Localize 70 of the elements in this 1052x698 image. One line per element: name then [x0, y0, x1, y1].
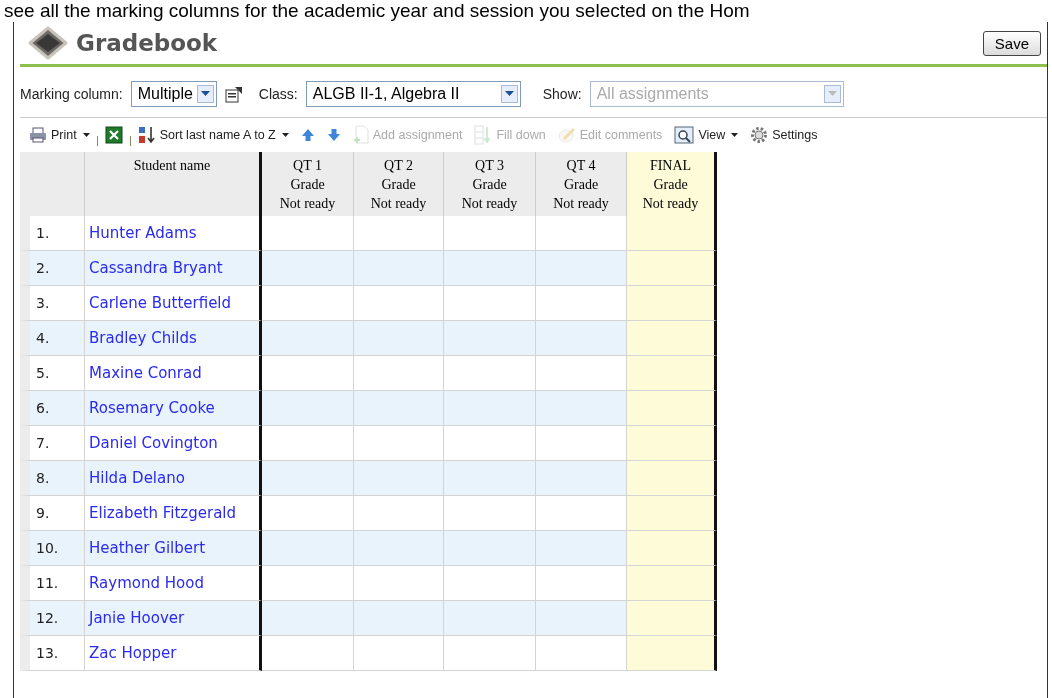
grade-cell[interactable] — [627, 216, 717, 251]
student-link[interactable]: Hunter Adams — [89, 224, 197, 242]
corner-cell — [20, 152, 85, 216]
grade-cell[interactable] — [627, 251, 717, 286]
properties-icon[interactable] — [224, 85, 243, 103]
marking-column-select[interactable]: Multiple — [130, 81, 217, 107]
pencil-icon — [557, 127, 576, 143]
sort-icon — [137, 126, 156, 144]
grade-cell[interactable] — [627, 601, 717, 636]
student-link[interactable]: Janie Hoover — [89, 609, 185, 627]
row-number: 12. — [20, 601, 85, 636]
show-label: Show: — [542, 86, 582, 102]
grade-cell[interactable] — [627, 496, 717, 531]
student-link[interactable]: Rosemary Cooke — [89, 399, 215, 417]
student-link[interactable]: Heather Gilbert — [89, 539, 205, 557]
student-link[interactable]: Cassandra Bryant — [89, 259, 223, 277]
class-select[interactable]: ALGB II-1, Algebra II — [305, 81, 521, 107]
row-number: 4. — [20, 321, 85, 356]
add-document-icon — [352, 125, 369, 145]
sort-button[interactable]: Sort last name A to Z — [132, 124, 294, 146]
column-header: QT 2 Grade Not ready — [354, 152, 444, 216]
caret-icon — [731, 133, 739, 137]
slate-icon — [28, 26, 68, 60]
save-button[interactable]: Save — [982, 30, 1041, 56]
grade-cell[interactable] — [627, 531, 717, 566]
caret-icon — [281, 133, 289, 137]
column-header: QT 3 Grade Not ready — [444, 152, 536, 216]
grade-cell[interactable] — [627, 356, 717, 391]
column-header: FINAL Grade Not ready — [627, 152, 717, 216]
row-number: 13. — [20, 636, 85, 671]
grade-cell[interactable] — [627, 461, 717, 496]
student-link[interactable]: Daniel Covington — [89, 434, 218, 452]
magnifier-icon — [674, 126, 695, 144]
caption-text: see all the marking columns for the academic year and session you selected on the Hom — [3, 0, 751, 22]
spreadsheet-icon — [104, 126, 123, 144]
student-link[interactable]: Maxine Conrad — [89, 364, 202, 382]
settings-icon — [750, 126, 769, 144]
column-header: QT 1 Grade Not ready — [262, 152, 354, 216]
grade-cell[interactable] — [627, 321, 717, 356]
student-link[interactable]: Carlene Butterfield — [89, 294, 232, 312]
row-number: 2. — [20, 251, 85, 286]
grade-cell[interactable] — [627, 636, 717, 671]
student-link[interactable]: Elizabeth Fitzgerald — [89, 504, 237, 522]
grade-cell[interactable] — [627, 426, 717, 461]
grade-cell[interactable] — [627, 391, 717, 426]
column-header: QT 4 Grade Not ready — [536, 152, 627, 216]
view-button[interactable]: View — [669, 124, 744, 146]
settings-button[interactable]: Settings — [745, 124, 823, 146]
row-number: 6. — [20, 391, 85, 426]
dropdown-icon — [196, 85, 214, 103]
marking-column-label: Marking column: — [20, 86, 123, 102]
student-link[interactable]: Bradley Childs — [89, 329, 197, 347]
grade-cell[interactable] — [627, 286, 717, 321]
dropdown-icon — [823, 85, 841, 103]
student-link[interactable]: Hilda Delano — [89, 469, 185, 487]
row-number: 8. — [20, 461, 85, 496]
row-number: 10. — [20, 531, 85, 566]
dropdown-icon — [500, 85, 518, 103]
down-arrow-icon — [326, 128, 341, 142]
up-arrow-icon — [300, 128, 315, 142]
print-button[interactable]: Print — [24, 125, 95, 145]
page-title: Gradebook — [76, 30, 219, 56]
class-label: Class: — [258, 86, 298, 102]
caret-icon — [82, 133, 90, 137]
column-header: Student name — [85, 152, 262, 216]
grade-cell[interactable] — [627, 566, 717, 601]
printer-icon — [29, 127, 47, 143]
fill-down-icon — [474, 125, 493, 145]
student-link[interactable]: Zac Hopper — [89, 644, 177, 662]
student-link[interactable]: Raymond Hood — [89, 574, 204, 592]
